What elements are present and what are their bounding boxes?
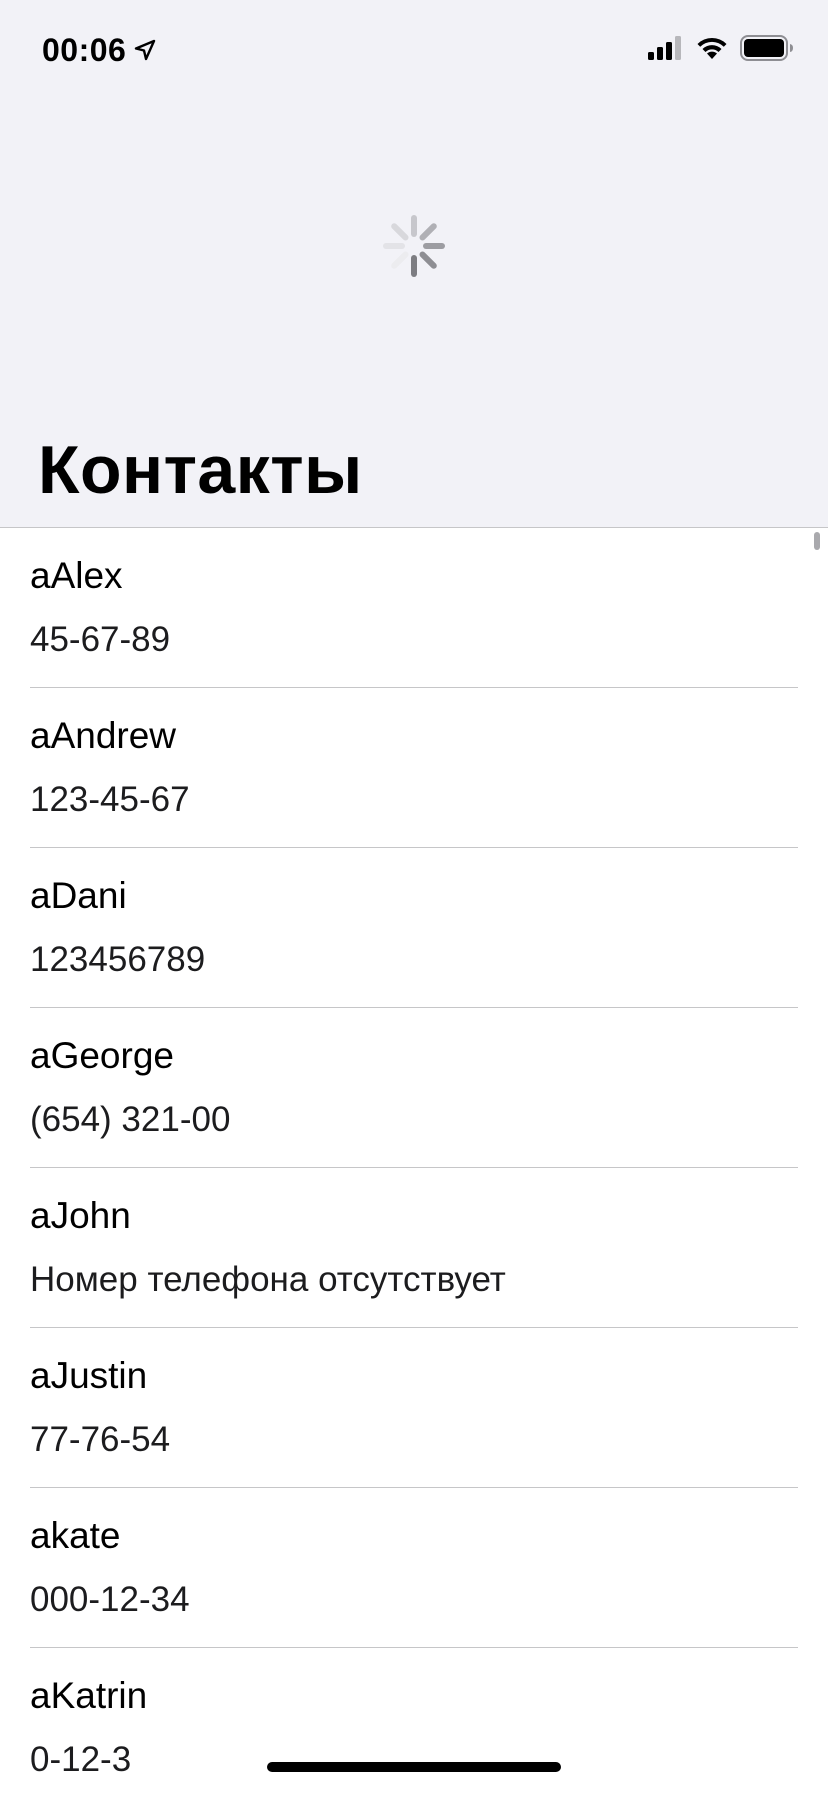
cellular-signal-icon <box>648 35 684 65</box>
page-title: Контакты <box>38 432 363 508</box>
contact-phone: 123456789 <box>30 940 206 979</box>
status-bar: 00:06 <box>0 0 828 100</box>
contact-row[interactable]: aJohn Номер телефона отсутствует <box>30 1168 798 1328</box>
contact-name: aDani <box>30 875 127 916</box>
contact-name: aJustin <box>30 1355 148 1396</box>
contact-row[interactable]: aKatrin 0-12-3 <box>30 1648 798 1808</box>
contact-name: aKatrin <box>30 1675 148 1716</box>
contact-row[interactable]: akate 000-12-34 <box>30 1488 798 1648</box>
wifi-icon <box>696 36 728 65</box>
contact-phone: 000-12-34 <box>30 1580 190 1619</box>
contact-name: aJohn <box>30 1195 131 1236</box>
location-arrow-icon <box>134 39 156 61</box>
contact-phone: 45-67-89 <box>30 620 171 659</box>
contact-phone: 0-12-3 <box>30 1740 132 1779</box>
header: 00:06 Контакты <box>0 0 828 527</box>
contact-phone: 123-45-67 <box>30 780 190 819</box>
contact-row[interactable]: aAndrew 123-45-67 <box>30 688 798 848</box>
activity-spinner-icon <box>381 213 447 279</box>
contact-row[interactable]: aGeorge (654) 321-00 <box>30 1008 798 1168</box>
contacts-list[interactable]: aAlex 45-67-89 aAndrew 123-45-67 aDani 1… <box>0 527 828 1793</box>
status-time-group: 00:06 <box>42 30 156 70</box>
contact-phone: 77-76-54 <box>30 1420 171 1459</box>
home-indicator[interactable] <box>267 1762 561 1772</box>
battery-icon <box>740 34 794 66</box>
contact-row[interactable]: aJustin 77-76-54 <box>30 1328 798 1488</box>
status-indicators <box>648 34 794 66</box>
contact-phone: Номер телефона отсутствует <box>30 1260 506 1299</box>
status-time: 00:06 <box>42 32 127 68</box>
scroll-indicator[interactable] <box>814 532 820 550</box>
contact-row[interactable]: aAlex 45-67-89 <box>30 528 798 688</box>
contact-phone: (654) 321-00 <box>30 1100 231 1139</box>
contact-name: aAndrew <box>30 715 177 756</box>
contact-name: aAlex <box>30 555 123 596</box>
contact-name: aGeorge <box>30 1035 174 1076</box>
contact-name: akate <box>30 1515 121 1556</box>
contact-row[interactable]: aDani 123456789 <box>30 848 798 1008</box>
